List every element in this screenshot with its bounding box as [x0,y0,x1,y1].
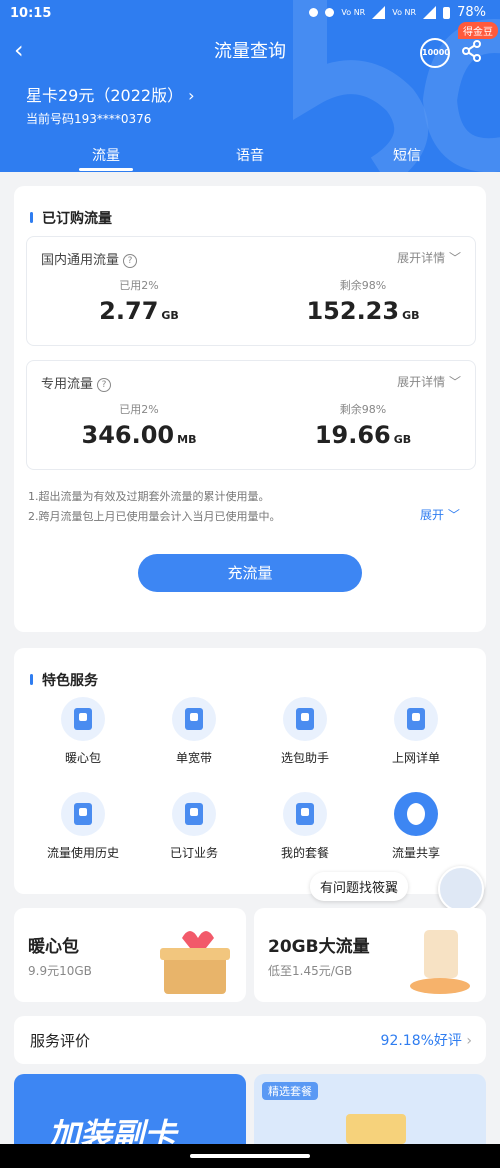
promo-subtitle: 9.9元10GB [28,964,92,978]
service-label: 选包助手 [280,751,329,765]
phone-number: 当前号码193****0376 [26,112,152,126]
share-flow-icon [394,792,438,836]
tab-data[interactable]: 流量 [66,145,146,171]
broadband-icon [172,697,216,741]
service-broadband[interactable]: 单宽带 [139,697,249,766]
rating-value: 92.18%好评 › [380,1033,472,1049]
bill-icon [394,697,438,741]
expand-detail-button[interactable]: 展开详情 ﹀ [397,249,461,266]
package-icon [283,792,327,836]
plan-name-text: 星卡29元（2022版） [26,86,184,105]
promo-title: 20GB大流量 [268,937,370,957]
status-time: 10:15 [10,6,52,21]
remain-label: 剩余98% [339,279,387,292]
nav-bar: ‹ 流量查询 10000 得金豆 [0,22,500,68]
service-label: 上网详单 [391,751,440,765]
special-data-box: 专用流量? 展开详情 ﹀ 已用2% 346.00 MB 剩余98% 19.66 GB [26,360,476,470]
promo-warm-pack[interactable]: 暖心包 9.9元10GB [14,908,246,1002]
note-2: 2.跨月流量包上月已使用量会计入当月已使用量中。 [28,510,281,523]
status-bar: 10:15 Vo NR Vo NR 78% [0,0,500,28]
domestic-data-label: 国内通用流量? [41,249,138,268]
subscribed-icon [172,792,216,836]
signal-icon-2 [423,6,437,19]
domestic-data-box: 国内通用流量? 展开详情 ﹀ 已用2% 2.77 GB 剩余98% 152.23 G… [26,236,476,346]
assistant-icon [283,697,327,741]
remain-label: 剩余98% [339,403,387,416]
volte-label-1: Vo NR [341,7,366,17]
share-icon[interactable] [462,40,482,62]
promo-subtitle: 低至1.45元/GB [268,964,353,978]
used-column: 已用2% 346.00 MB [27,401,251,449]
vibrate-icon [309,8,319,17]
used-column: 已用2% 2.77 GB [27,277,251,325]
service-label: 流量共享 [391,846,440,860]
assistant-avatar[interactable] [438,866,484,912]
signal-icon-1 [372,6,386,19]
used-label: 已用2% [119,403,159,416]
service-label: 已订业务 [169,846,218,860]
special-data-label: 专用流量? [41,373,112,392]
help-icon[interactable]: ? [123,254,138,268]
used-label: 已用2% [119,279,159,292]
service-subscribed[interactable]: 已订业务 [139,792,249,861]
package-illustration [346,1114,406,1144]
expand-notes-button[interactable]: 展开 ﹀ [420,506,460,523]
plan-name[interactable]: 星卡29元（2022版） › [26,82,195,106]
promo-20gb[interactable]: 20GB大流量 低至1.45元/GB [254,908,486,1002]
used-value: 2.77 GB [99,297,179,325]
home-indicator[interactable] [190,1154,310,1158]
service-data-share[interactable]: 流量共享 [361,792,471,861]
service-warm-pack[interactable]: 暖心包 [28,697,138,766]
phone-promo-icon [410,930,470,994]
remain-value: 152.23 GB [306,297,420,325]
tab-sms[interactable]: 短信 [367,145,447,165]
service-label: 暖心包 [64,751,101,765]
gift-box-icon [160,931,230,994]
recharge-data-button[interactable]: 充流量 [138,554,362,592]
section-title-subscribed: 已订购流量 [30,208,112,228]
banner-tag: 精选套餐 [262,1082,318,1100]
tab-voice[interactable]: 语音 [210,145,290,165]
note-1: 1.超出流量为有效及过期套外流量的累计使用量。 [28,490,270,503]
assistant-bubble[interactable]: 有问题找筱翼 [310,872,409,901]
rating-label: 服务评价 [30,1032,91,1050]
gift-icon [61,697,105,741]
remain-column: 剩余98% 152.23 GB [251,277,475,325]
reward-badge[interactable]: 得金豆 [458,22,498,39]
service-package-assistant[interactable]: 选包助手 [250,697,360,766]
remain-column: 剩余98% 19.66 GB [251,401,475,449]
service-internet-bill[interactable]: 上网详单 [361,697,471,766]
service-data-history[interactable]: 流量使用历史 [28,792,138,861]
battery-level: 78% [457,5,486,20]
service-my-package[interactable]: 我的套餐 [250,792,360,861]
chevron-right-icon: › [183,86,195,105]
volte-label-2: Vo NR [392,7,417,17]
expand-detail-button[interactable]: 展开详情 ﹀ [397,373,461,390]
service-label: 我的套餐 [280,846,329,860]
help-icon[interactable]: ? [97,378,112,392]
tab-bar: 流量 语音 短信 [0,145,500,171]
remain-value: 19.66 GB [314,421,412,449]
service-label: 单宽带 [175,751,212,765]
wifi-icon [325,8,335,17]
history-icon [61,792,105,836]
promo-title: 暖心包 [28,937,79,957]
battery-icon [443,6,451,19]
header: 10:15 Vo NR Vo NR 78% ‹ 流量查询 10000 得金豆 星… [0,0,500,172]
used-value: 346.00 MB [81,421,197,449]
service-label: 流量使用历史 [46,846,119,860]
section-title-services: 特色服务 [30,670,98,690]
service-rating-row[interactable]: 服务评价 92.18%好评 › [14,1016,486,1064]
customer-service-icon[interactable]: 10000 [420,38,450,68]
